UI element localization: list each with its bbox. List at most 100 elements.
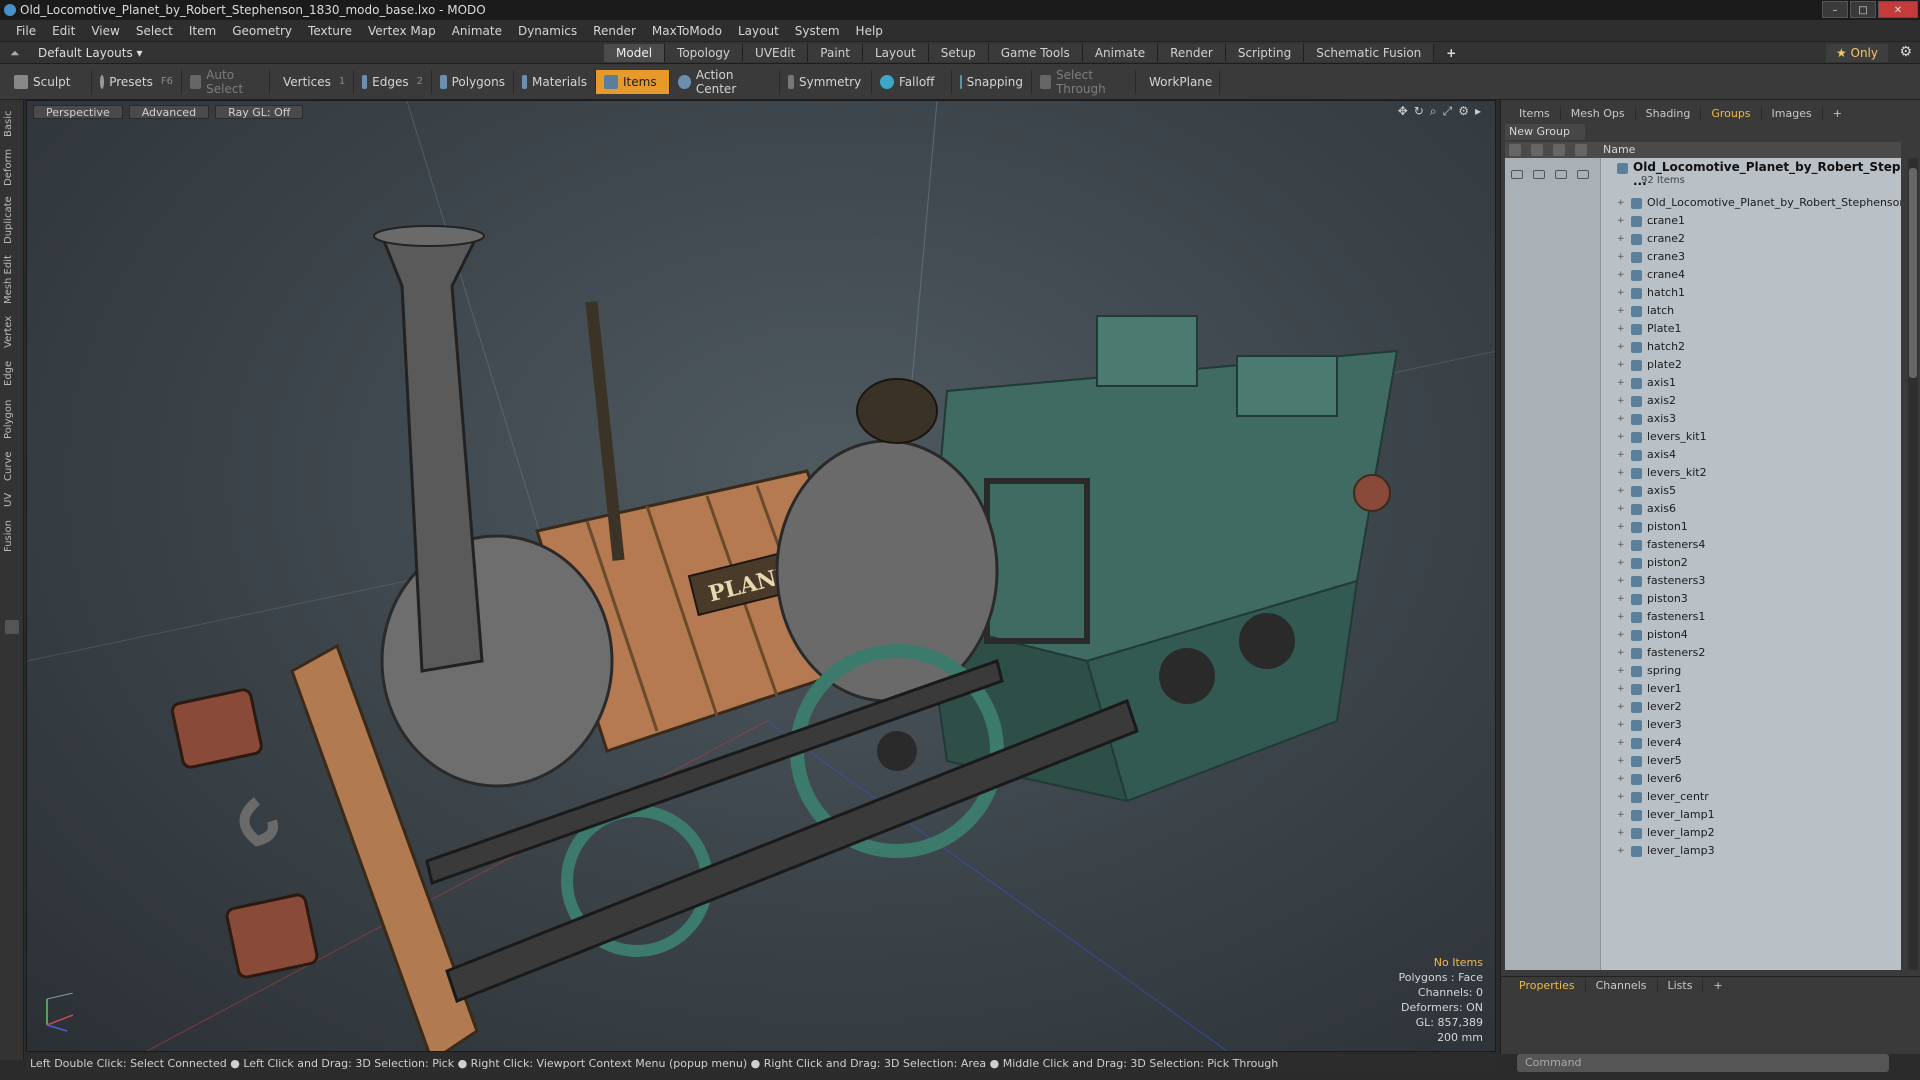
expand-icon[interactable]: + — [1617, 716, 1625, 734]
tab-render[interactable]: Render — [1158, 44, 1226, 62]
lefttab-uv[interactable]: UV — [3, 488, 21, 512]
expand-icon[interactable]: + — [1617, 518, 1625, 536]
menu-file[interactable]: File — [8, 24, 44, 38]
edges-button[interactable]: Edges 2 — [354, 69, 432, 94]
tree-row[interactable]: + lever_centr — [1505, 788, 1901, 806]
items-button[interactable]: Items — [596, 69, 670, 94]
tree-row[interactable]: + hatch2 — [1505, 338, 1901, 356]
tab-animate[interactable]: Animate — [1082, 44, 1159, 62]
new-group-button[interactable]: New Group — [1505, 124, 1585, 140]
expand-icon[interactable]: + — [1617, 446, 1625, 464]
tree-row[interactable]: + Plate1 — [1505, 320, 1901, 338]
rotate-view-icon[interactable]: ↻ — [1414, 104, 1424, 119]
tree-row[interactable]: + fasteners2 — [1505, 644, 1901, 662]
lefttab-duplicate[interactable]: Duplicate — [3, 192, 21, 248]
zoom-view-icon[interactable]: ⌕ — [1430, 104, 1437, 119]
expand-icon[interactable]: + — [1617, 266, 1625, 284]
tab-model[interactable]: Model — [604, 44, 666, 62]
snapping-button[interactable]: Snapping — [952, 69, 1032, 94]
tree-row[interactable]: + axis1 — [1505, 374, 1901, 392]
tab-lists[interactable]: Lists — [1658, 979, 1704, 992]
lock-column-icon[interactable] — [1553, 144, 1565, 156]
expand-icon[interactable]: + — [1617, 194, 1625, 212]
tab-groups[interactable]: Groups — [1701, 106, 1762, 120]
menu-help[interactable]: Help — [848, 24, 891, 38]
tree-row[interactable]: + axis5 — [1505, 482, 1901, 500]
viewport-menu-icon[interactable]: ▸ — [1475, 104, 1481, 119]
expand-icon[interactable]: + — [1617, 662, 1625, 680]
minimize-button[interactable]: – — [1822, 1, 1848, 18]
expand-icon[interactable]: + — [1617, 374, 1625, 392]
command-input[interactable]: Command — [1517, 1054, 1889, 1072]
tab-scripting[interactable]: Scripting — [1225, 44, 1305, 62]
tab-schematic-fusion[interactable]: Schematic Fusion — [1304, 44, 1435, 62]
menu-layout[interactable]: Layout — [730, 24, 787, 38]
tree-row[interactable]: + lever_lamp3 — [1505, 842, 1901, 860]
expand-icon[interactable]: + — [1617, 824, 1625, 842]
expand-icon[interactable]: + — [1617, 284, 1625, 302]
expand-icon[interactable]: + — [1617, 482, 1625, 500]
expand-icon[interactable]: + — [1617, 590, 1625, 608]
tree-row[interactable]: + piston1 — [1505, 518, 1901, 536]
presets-button[interactable]: Presets F6 — [92, 69, 182, 94]
expand-icon[interactable]: + — [1617, 842, 1625, 860]
tab-paint[interactable]: Paint — [808, 44, 863, 62]
panel-toggle-icon[interactable] — [5, 620, 19, 634]
expand-icon[interactable]: + — [1617, 464, 1625, 482]
tree-row[interactable]: + lever_lamp1 — [1505, 806, 1901, 824]
tree-row[interactable]: + lever6 — [1505, 770, 1901, 788]
tree-row[interactable]: + spring — [1505, 662, 1901, 680]
tree-row[interactable]: + piston2 — [1505, 554, 1901, 572]
name-column-header[interactable]: Name — [1603, 142, 1635, 158]
tree-row[interactable]: + lever_lamp2 — [1505, 824, 1901, 842]
materials-button[interactable]: Materials — [514, 69, 596, 94]
expand-icon[interactable]: + — [1617, 572, 1625, 590]
fit-view-icon[interactable]: ⤢ — [1443, 104, 1453, 119]
lefttab-edge[interactable]: Edge — [3, 356, 21, 390]
expand-icon[interactable]: + — [1617, 428, 1625, 446]
tree-row[interactable]: + axis2 — [1505, 392, 1901, 410]
tree-root-group[interactable]: Old_Locomotive_Planet_by_Robert_Stephen … — [1505, 160, 1901, 192]
tree-row[interactable]: + fasteners3 — [1505, 572, 1901, 590]
tab-game-tools[interactable]: Game Tools — [988, 44, 1083, 62]
tab-mesh-ops[interactable]: Mesh Ops — [1561, 106, 1636, 120]
lefttab-curve[interactable]: Curve — [3, 448, 21, 484]
tab-items[interactable]: Items — [1509, 106, 1561, 120]
expand-icon[interactable]: + — [1617, 806, 1625, 824]
tree-scrollbar[interactable] — [1908, 158, 1918, 970]
auto-select-button[interactable]: Auto Select — [182, 68, 270, 96]
menu-edit[interactable]: Edit — [44, 24, 83, 38]
tree-row[interactable]: + piston4 — [1505, 626, 1901, 644]
lefttab-basic[interactable]: Basic — [3, 106, 21, 142]
tree-row[interactable]: + fasteners4 — [1505, 536, 1901, 554]
action-center-button[interactable]: Action Center — [670, 68, 780, 96]
collapse-icon[interactable]: ⏶ — [10, 45, 20, 61]
tree-row[interactable]: + axis6 — [1505, 500, 1901, 518]
expand-icon[interactable]: + — [1617, 608, 1625, 626]
falloff-button[interactable]: Falloff — [872, 69, 952, 94]
perspective-dropdown[interactable]: Perspective — [33, 105, 123, 119]
lefttab-mesh-edit[interactable]: Mesh Edit — [3, 252, 21, 308]
menu-item[interactable]: Item — [181, 24, 224, 38]
tree-row[interactable]: + crane2 — [1505, 230, 1901, 248]
expand-icon[interactable]: + — [1617, 320, 1625, 338]
add-tab-button[interactable]: + — [1434, 44, 1468, 62]
raygl-dropdown[interactable]: Ray GL: Off — [215, 105, 304, 119]
only-toggle[interactable]: ★ Only — [1825, 44, 1888, 62]
expand-icon[interactable]: + — [1617, 626, 1625, 644]
tree-row[interactable]: + levers_kit1 — [1505, 428, 1901, 446]
close-button[interactable]: ✕ — [1878, 1, 1918, 18]
expand-icon[interactable]: + — [1617, 680, 1625, 698]
gear-icon[interactable]: ⚙ — [1899, 44, 1912, 60]
tab-properties[interactable]: Properties — [1509, 979, 1586, 992]
sculpt-button[interactable]: Sculpt — [6, 69, 92, 94]
tree-row[interactable]: + lever4 — [1505, 734, 1901, 752]
tab-shading[interactable]: Shading — [1636, 106, 1702, 120]
expand-icon[interactable]: + — [1617, 770, 1625, 788]
expand-icon[interactable]: + — [1617, 248, 1625, 266]
maximize-button[interactable]: □ — [1850, 1, 1876, 18]
expand-icon[interactable]: + — [1617, 230, 1625, 248]
menu-vertex-map[interactable]: Vertex Map — [360, 24, 444, 38]
lefttab-fusion[interactable]: Fusion — [3, 516, 21, 556]
expand-icon[interactable]: + — [1617, 212, 1625, 230]
